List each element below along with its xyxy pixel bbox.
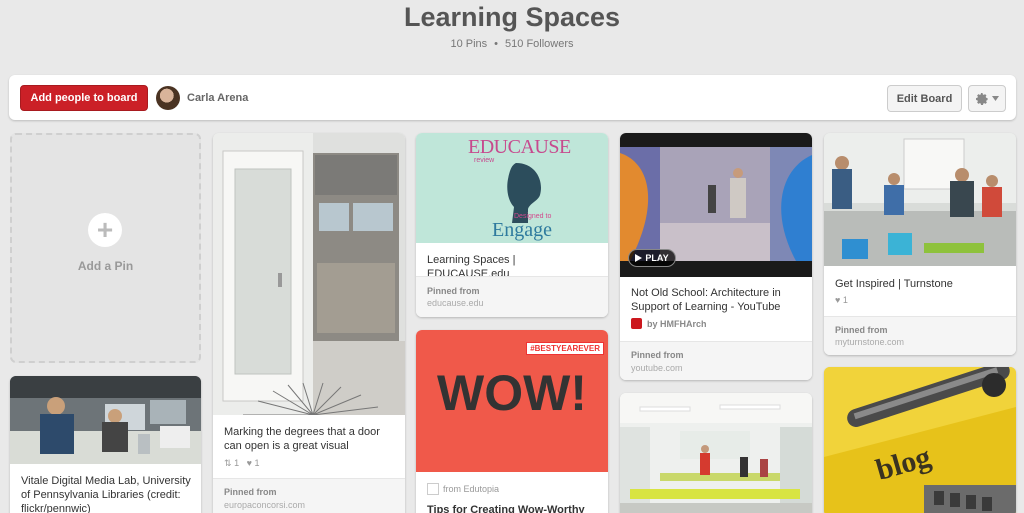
pin-image-turnstone[interactable] (824, 133, 1016, 266)
wow-text: WOW! (437, 365, 587, 421)
play-label: PLAY (645, 253, 669, 263)
add-pin-plus-icon: + (88, 213, 122, 247)
source-favicon-icon (427, 483, 439, 495)
like-count: 1 (842, 295, 848, 305)
divider (824, 316, 1016, 317)
pin-card-turnstone[interactable]: Get Inspired | Turnstone ♥ 1 Pinned from… (824, 133, 1016, 355)
hashtag-badge: #BESTYEAREVER (526, 342, 604, 355)
heart-icon: ♥ (246, 458, 252, 468)
chevron-down-icon (992, 96, 999, 101)
from-label: from Edutopia (443, 484, 500, 494)
pin-caption[interactable]: Tips for Creating Wow-Worthy (427, 503, 600, 513)
pin-caption[interactable]: Not Old School: Architecture in Support … (631, 286, 804, 314)
add-people-button[interactable]: Add people to board (20, 85, 148, 111)
pin-source[interactable]: Pinned from educause.edu (416, 276, 608, 317)
youtube-icon (631, 318, 642, 329)
pinned-from-source[interactable]: myturnstone.com (835, 337, 904, 347)
board-toolbar: Add people to board Carla Arena Edit Boa… (9, 75, 1016, 120)
cover-tagline-2: Engage (492, 219, 552, 241)
stats-separator: • (494, 38, 499, 50)
pin-source[interactable]: Pinned from myturnstone.com (824, 316, 1016, 355)
pinned-from-source[interactable]: youtube.com (631, 363, 683, 373)
pin-image-classroom[interactable] (620, 393, 812, 513)
add-pin-label: Add a Pin (77, 259, 134, 273)
pin-image-media-lab[interactable] (10, 376, 201, 464)
divider (620, 341, 812, 342)
pin-image-educause[interactable]: EDUCAUSE review Designed to Engage (416, 133, 608, 243)
pin-caption[interactable]: Get Inspired | Turnstone (835, 277, 1008, 291)
play-icon (635, 254, 643, 262)
repin-icon: ⇅ (224, 458, 232, 468)
board-title: Learning Spaces (403, 2, 621, 32)
pin-count[interactable]: 10 Pins (450, 38, 487, 50)
add-pin-tile[interactable]: + Add a Pin (10, 133, 201, 363)
pin-stats: ♥ 1 (835, 295, 848, 305)
board-stats: 10 Pins • 510 Followers (0, 38, 1024, 50)
board-header: Learning Spaces 10 Pins • 510 Followers (0, 0, 1024, 75)
pin-card-blog[interactable]: blog (824, 367, 1016, 513)
pin-card-classroom[interactable] (620, 393, 812, 513)
pin-image-door[interactable] (213, 133, 405, 415)
pinned-from-label: Pinned from (224, 487, 277, 497)
divider (213, 478, 405, 479)
pin-stats: ⇅ 1 ♥ 1 (224, 458, 259, 469)
pin-card-wow[interactable]: #BESTYEAREVER WOW! from Edutopia Tips fo… (416, 330, 608, 513)
play-button[interactable]: PLAY (628, 249, 676, 267)
heart-icon: ♥ (835, 295, 841, 305)
pin-image-wow[interactable]: #BESTYEAREVER WOW! (416, 330, 608, 472)
pin-caption[interactable]: Marking the degrees that a door can open… (224, 425, 397, 453)
pinned-from-source[interactable]: europaconcorsi.com (224, 500, 305, 510)
pin-card-educause[interactable]: EDUCAUSE review Designed to Engage Learn… (416, 133, 608, 317)
pin-card-vitale[interactable]: Vitale Digital Media Lab, University of … (10, 376, 201, 513)
settings-button[interactable] (968, 85, 1006, 112)
educause-masthead: EDUCAUSE (468, 136, 571, 158)
pinned-from-label: Pinned from (835, 325, 888, 335)
pin-from[interactable]: from Edutopia (427, 483, 499, 495)
pin-caption[interactable]: Vitale Digital Media Lab, University of … (21, 474, 193, 513)
divider (416, 276, 608, 277)
pin-attribution[interactable]: by HMFHArch (631, 318, 707, 329)
by-label: by HMFHArch (647, 318, 707, 329)
pinned-from-source[interactable]: educause.edu (427, 298, 484, 308)
repin-count: 1 (234, 458, 240, 468)
pinned-from-label: Pinned from (427, 286, 480, 296)
like-count: 1 (254, 458, 260, 468)
follower-count[interactable]: 510 Followers (505, 38, 573, 50)
pin-image-blog[interactable] (824, 367, 1016, 513)
gear-icon (976, 92, 988, 105)
owner-name[interactable]: Carla Arena (187, 92, 248, 104)
edit-board-button[interactable]: Edit Board (887, 85, 962, 112)
educause-review: review (474, 157, 495, 164)
pin-source[interactable]: Pinned from youtube.com (620, 341, 812, 380)
pin-source[interactable]: Pinned from europaconcorsi.com (213, 478, 405, 513)
pinned-from-label: Pinned from (631, 350, 684, 360)
pin-card-door[interactable]: Marking the degrees that a door can open… (213, 133, 405, 513)
avatar[interactable] (156, 86, 180, 110)
pin-card-youtube[interactable]: PLAY Not Old School: Architecture in Sup… (620, 133, 812, 380)
